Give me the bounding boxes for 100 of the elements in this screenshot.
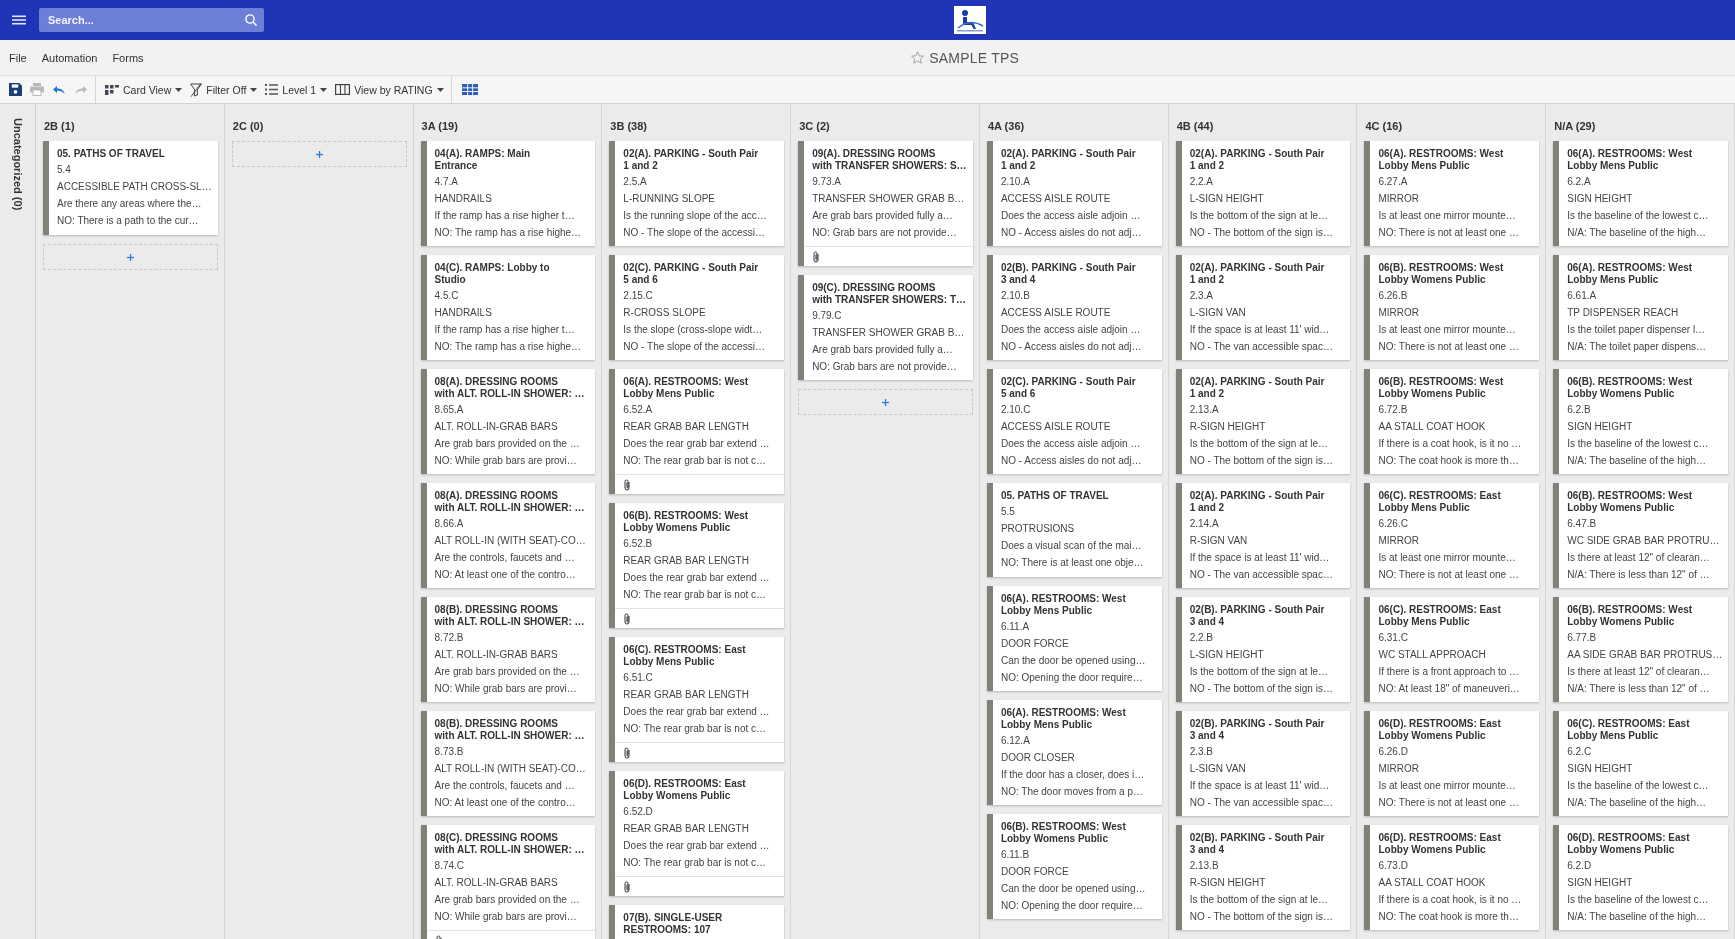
card[interactable]: 04(A). RAMPS: Main Entrance 4.7.A HANDRAILS If the ramp has a rise higher t… NO: The ramp has a rise highe… bbox=[420, 141, 596, 246]
toolbar-dropdown[interactable]: Level 1 bbox=[261, 76, 332, 103]
card[interactable]: 02(C). PARKING - South Pair 5 and 6 2.10.C ACCESS AISLE ROUTE Does the access aisle adjoin … NO - Access aisles do not adj… bbox=[986, 369, 1162, 474]
card[interactable]: 02(A). PARKING - South Pair 1 and 2 2.5.A L-RUNNING SLOPE Is the running slope of the acc… NO - The slope of the accessi… bbox=[609, 141, 785, 246]
card[interactable]: 06(C). RESTROOMS: East Lobby Mens Public 6.26.C MIRROR Is at least one mirror mounte… NO: There is not at least one … bbox=[1364, 483, 1540, 588]
card-item: SIGN HEIGHT bbox=[1567, 420, 1633, 434]
paperclip-icon[interactable] bbox=[624, 478, 631, 491]
print-icon bbox=[30, 83, 44, 96]
card[interactable]: 02(A). PARKING - South Pair 1 and 2 2.2.A L-SIGN HEIGHT Is the bottom of the sign at le… NO - The bottom of the sign is… bbox=[1175, 141, 1351, 246]
card-question: Is the running slope of the acc… bbox=[623, 209, 767, 223]
card-question: Are grab bars provided fully a… bbox=[812, 343, 953, 357]
search-field[interactable]: Search... bbox=[39, 8, 264, 32]
card[interactable]: 06(A). RESTROOMS: West Lobby Mens Public 6.2.A SIGN HEIGHT Is the baseline of the lowest c… N/A: The baseline of the high… bbox=[1553, 141, 1729, 246]
card[interactable]: 08(A). DRESSING ROOMS with ALT. ROLL-IN SHOWER: … 8.65.A ALT. ROLL-IN-GRAB BARS Are grab bars provided on the … NO: While grab bars are provi… bbox=[420, 369, 596, 474]
card[interactable]: 02(A). PARKING - South Pair 1 and 2 2.13.A R-SIGN HEIGHT Is the bottom of the sign at le… NO - The bottom of the sign is… bbox=[1175, 369, 1351, 474]
card-title: 05. PATHS OF TRAVEL bbox=[57, 148, 165, 160]
card-code: 6.61.A bbox=[1567, 289, 1597, 303]
save-icon bbox=[8, 83, 22, 96]
card[interactable]: 02(B). PARKING - South Pair 3 and 4 2.3.B L-SIGN VAN If the space is at least 11' wid… NO - The van accessible spac… bbox=[1175, 711, 1351, 816]
card[interactable]: 05. PATHS OF TRAVEL 5.5 PROTRUSIONS Does a visual scan of the mai… NO: There is at least one obje… bbox=[986, 483, 1162, 577]
card[interactable]: 06(A). RESTROOMS: West Lobby Mens Public 6.11.A DOOR FORCE Can the door be opened using… NO: Opening the door require… bbox=[986, 586, 1162, 691]
card-question: If there is a coat hook, is it no … bbox=[1378, 893, 1522, 907]
card-question: Does the access aisle adjoin … bbox=[1000, 323, 1141, 337]
card-code: 6.11.B bbox=[1000, 848, 1030, 862]
card[interactable]: 02(A). PARKING - South Pair 1 and 2 2.14.A R-SIGN VAN If the space is at least 11' wid… NO - The van accessible spac… bbox=[1175, 483, 1351, 588]
card[interactable]: 08(B). DRESSING ROOMS with ALT. ROLL-IN SHOWER: … 8.73.B ALT ROLL-IN (WITH SEAT)-CO… Are the controls, faucets and … NO: At least one of the contro… bbox=[420, 711, 596, 816]
card[interactable]: 05. PATHS OF TRAVEL 5.4 ACCESSIBLE PATH CROSS-SL… Are there any areas where the… NO: There is a path to the cur… bbox=[43, 141, 218, 235]
card[interactable]: 06(A). RESTROOMS: West Lobby Mens Public 6.12.A DOOR CLOSER If the door has a closer, does i… NO: The door moves from a p… bbox=[986, 700, 1162, 805]
card-item: ACCESSIBLE PATH CROSS-SL… bbox=[57, 180, 212, 194]
card-item: SIGN HEIGHT bbox=[1567, 762, 1633, 776]
card[interactable]: 06(B). RESTROOMS: West Lobby Womens Public 6.26.B MIRROR Is at least one mirror mounte… NO: There is not at least one … bbox=[1364, 255, 1540, 360]
card[interactable]: 06(B). RESTROOMS: West Lobby Womens Public 6.11.B DOOR FORCE Can the door be opened using… NO: Opening the door require… bbox=[986, 814, 1162, 919]
card-code: 4.7.A bbox=[434, 175, 458, 189]
card-item: R-CROSS SLOPE bbox=[623, 306, 706, 320]
paperclip-icon[interactable] bbox=[813, 250, 820, 263]
paperclip-icon[interactable] bbox=[624, 612, 631, 625]
card[interactable]: 02(A). PARKING - South Pair 1 and 2 2.10.A ACCESS AISLE ROUTE Does the access aisle adjoin … NO - Access aisles do not adj… bbox=[986, 141, 1162, 246]
card[interactable]: 06(C). RESTROOMS: East Lobby Mens Public 6.31.C WC STALL APPROACH If there is a front approach to … NO: At least 18" of maneuveri… bbox=[1364, 597, 1540, 702]
menu-item[interactable]: Automation bbox=[34, 47, 105, 68]
card[interactable]: 06(D). RESTROOMS: East Lobby Womens Public 6.26.D MIRROR Is at least one mirror mounte… NO: There is not at least one … bbox=[1364, 711, 1540, 816]
card[interactable]: 06(B). RESTROOMS: West Lobby Womens Public 6.77.B AA SIDE GRAB BAR PROTRUS… Is there at least 12" of clearan… N/A: There is less than 12" of … bbox=[1553, 597, 1729, 702]
card-code: 8.74.C bbox=[434, 859, 465, 873]
card[interactable]: 06(B). RESTROOMS: West Lobby Womens Public 6.2.B SIGN HEIGHT Is the baseline of the lowest c… N/A: The baseline of the high… bbox=[1553, 369, 1729, 474]
card-title: 02(C). PARKING - South Pair 5 and 6 bbox=[1000, 376, 1136, 400]
card-item: R-SIGN VAN bbox=[1189, 534, 1248, 548]
card-title: 06(D). RESTROOMS: East Lobby Womens Public bbox=[1378, 718, 1501, 742]
menu-item[interactable]: File bbox=[2, 47, 34, 68]
card[interactable]: 06(A). RESTROOMS: West Lobby Mens Public 6.61.A TP DISPENSER REACH Is the toilet paper dispenser l… N/A: The toilet paper dispens… bbox=[1553, 255, 1729, 360]
card[interactable]: 06(A). RESTROOMS: West Lobby Mens Public 6.27.A MIRROR Is at least one mirror mounte… NO: There is not at least one … bbox=[1364, 141, 1540, 246]
lane-title[interactable]: Uncategorized (0) bbox=[11, 118, 24, 211]
card-answer: NO: There is not at least one … bbox=[1378, 226, 1519, 240]
card[interactable]: 06(D). RESTROOMS: East Lobby Womens Public 6.73.D AA STALL COAT HOOK If there is a coat hook, is it no … NO: The coat hook is more th… bbox=[1364, 825, 1540, 930]
search-icon[interactable] bbox=[245, 14, 257, 26]
card-code: 5.5 bbox=[1000, 505, 1015, 519]
card-answer: NO - Access aisles do not adj… bbox=[1000, 454, 1142, 468]
card[interactable]: 07(B). SINGLE-USER RESTROOMS: 107 bbox=[609, 905, 785, 939]
table-icon bbox=[461, 84, 478, 95]
card[interactable]: 06(B). RESTROOMS: West Lobby Womens Public 6.52.B REAR GRAB BAR LENGTH Does the rear grab bar extend … NO: The rear grab bar is not c… bbox=[609, 503, 785, 628]
card[interactable]: 06(C). RESTROOMS: East Lobby Mens Public 6.2.C SIGN HEIGHT Is the baseline of the lowest c… N/A: The baseline of the high… bbox=[1553, 711, 1729, 816]
column-title: 2C (0) bbox=[232, 120, 264, 132]
card-answer: N/A: The baseline of the high… bbox=[1567, 796, 1707, 810]
card-title: 06(A). RESTROOMS: West Lobby Mens Public bbox=[1567, 148, 1693, 172]
column-title: 4C (16) bbox=[1365, 120, 1403, 132]
card-item: R-SIGN HEIGHT bbox=[1189, 876, 1266, 890]
card-title: 06(B). RESTROOMS: West Lobby Womens Public bbox=[1567, 604, 1693, 628]
paperclip-icon[interactable] bbox=[624, 880, 631, 893]
card[interactable]: 02(B). PARKING - South Pair 3 and 4 2.13.B R-SIGN HEIGHT Is the bottom of the sign at le… NO - The bottom of the sign is… bbox=[1175, 825, 1351, 930]
menu-item[interactable]: Forms bbox=[105, 47, 151, 68]
card[interactable]: 04(C). RAMPS: Lobby to Studio 4.5.C HANDRAILS If the ramp has a rise higher t… NO: The ramp has a rise highe… bbox=[420, 255, 596, 360]
card-item: DOOR FORCE bbox=[1000, 637, 1069, 651]
card[interactable]: 06(D). RESTROOMS: East Lobby Womens Public 6.52.D REAR GRAB BAR LENGTH Does the rear grab bar extend … NO: The rear grab bar is not c… bbox=[609, 771, 785, 896]
card[interactable]: 06(B). RESTROOMS: West Lobby Womens Public 6.47.B WC SIDE GRAB BAR PROTRU… Is there at least 12" of clearan… N/A: There is less than 12" of … bbox=[1553, 483, 1729, 588]
toolbar-dropdown[interactable]: View by RATING bbox=[331, 76, 448, 103]
card[interactable]: 02(B). PARKING - South Pair 3 and 4 2.2.B L-SIGN HEIGHT Is the bottom of the sign at le… NO - The bottom of the sign is… bbox=[1175, 597, 1351, 702]
card[interactable]: 09(A). DRESSING ROOMS with TRANSFER SHOWERS: S… 9.73.A TRANSFER SHOWER GRAB B… Are grab bars provided fully a… NO: Grab bars are not provide… bbox=[798, 141, 973, 266]
card[interactable]: 08(B). DRESSING ROOMS with ALT. ROLL-IN SHOWER: … 8.72.B ALT. ROLL-IN-GRAB BARS Are grab bars provided on the … NO: While grab bars are provi… bbox=[420, 597, 596, 702]
card-item: DOOR CLOSER bbox=[1000, 751, 1075, 765]
card[interactable]: 02(A). PARKING - South Pair 1 and 2 2.3.A L-SIGN VAN If the space is at least 11' wid… NO - The van accessible spac… bbox=[1175, 255, 1351, 360]
card[interactable]: 08(C). DRESSING ROOMS with ALT. ROLL-IN SHOWER: … 8.74.C ALT. ROLL-IN-GRAB BARS Are grab bars provided on the … NO: While grab bars are provi… bbox=[420, 825, 596, 939]
card[interactable]: 02(C). PARKING - South Pair 5 and 6 2.15.C R-CROSS SLOPE Is the slope (cross-slope widt… NO - The slope of the accessi… bbox=[609, 255, 785, 360]
toolbar-dropdown[interactable]: Filter Off bbox=[186, 76, 262, 103]
card-item: L-SIGN HEIGHT bbox=[1189, 648, 1264, 662]
card-answer: NO: The rear grab bar is not c… bbox=[623, 588, 766, 602]
card[interactable]: 06(D). RESTROOMS: East Lobby Womens Public 6.2.D SIGN HEIGHT Is the baseline of the lowest c… N/A: The baseline of the high… bbox=[1553, 825, 1729, 930]
plus-icon bbox=[126, 253, 134, 261]
star-icon[interactable] bbox=[911, 51, 925, 64]
card-question: Are grab bars provided on the … bbox=[434, 893, 580, 907]
card[interactable]: 06(C). RESTROOMS: East Lobby Mens Public 6.51.C REAR GRAB BAR LENGTH Does the rear grab bar extend … NO: The rear grab bar is not c… bbox=[609, 637, 785, 762]
card[interactable]: 02(B). PARKING - South Pair 3 and 4 2.10.B ACCESS AISLE ROUTE Does the access aisle adjoin … NO - Access aisles do not adj… bbox=[986, 255, 1162, 360]
card-answer: NO - The slope of the accessi… bbox=[623, 226, 765, 240]
card[interactable]: 06(B). RESTROOMS: West Lobby Womens Public 6.72.B AA STALL COAT HOOK If there is a coat hook, is it no … NO: The coat hook is more th… bbox=[1364, 369, 1540, 474]
card-title: 02(B). PARKING - South Pair 3 and 4 bbox=[1000, 262, 1136, 286]
toolbar-dropdown[interactable]: Card View bbox=[101, 76, 187, 103]
card-title: 04(A). RAMPS: Main Entrance bbox=[434, 148, 531, 172]
card[interactable]: 06(A). RESTROOMS: West Lobby Mens Public 6.52.A REAR GRAB BAR LENGTH Does the rear grab bar extend … NO: The rear grab bar is not c… bbox=[609, 369, 785, 494]
card[interactable]: 09(C). DRESSING ROOMS with TRANSFER SHOWERS: T… 9.79.C TRANSFER SHOWER GRAB B… Are grab bars provided fully a… NO: Grab bars are not provide… bbox=[798, 275, 973, 380]
card[interactable]: 08(A). DRESSING ROOMS with ALT. ROLL-IN SHOWER: … 8.66.A ALT ROLL-IN (WITH SEAT)-CO… Are the controls, faucets and … NO: At least one of the contro… bbox=[420, 483, 596, 588]
card-answer: NO: The coat hook is more th… bbox=[1378, 910, 1519, 924]
card-code: 6.11.A bbox=[1000, 620, 1030, 634]
paperclip-icon[interactable] bbox=[624, 746, 631, 759]
